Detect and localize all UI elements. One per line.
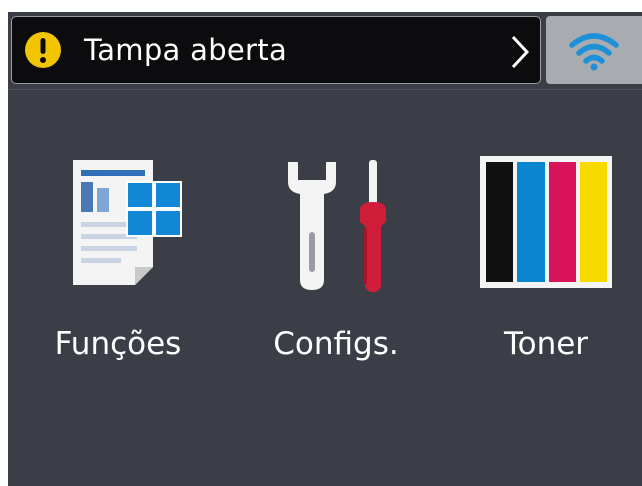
toner-tile[interactable]: Toner bbox=[456, 152, 636, 377]
functions-label: Funções bbox=[54, 326, 182, 362]
status-message: Tampa aberta bbox=[84, 33, 288, 67]
printer-screen: Tampa aberta Funções Configs. Toner bbox=[8, 12, 642, 486]
status-bar-button[interactable]: Tampa aberta bbox=[11, 16, 541, 84]
toner-yellow-bar bbox=[580, 162, 607, 282]
functions-tile[interactable]: Funções bbox=[28, 152, 208, 377]
toner-magenta-bar bbox=[549, 162, 576, 282]
wifi-icon bbox=[569, 33, 619, 71]
wifi-button[interactable] bbox=[546, 16, 642, 84]
toner-cartridges-icon bbox=[480, 156, 612, 288]
chevron-right-icon bbox=[511, 35, 530, 69]
toner-cyan-bar bbox=[517, 162, 545, 282]
document-functions-icon bbox=[73, 160, 182, 285]
tools-icon bbox=[288, 160, 386, 292]
warning-icon bbox=[25, 32, 61, 68]
settings-label: Configs. bbox=[273, 326, 399, 362]
settings-tile[interactable]: Configs. bbox=[246, 152, 426, 377]
toner-label: Toner bbox=[503, 326, 589, 362]
divider bbox=[8, 89, 642, 90]
toner-black-bar bbox=[486, 162, 513, 282]
